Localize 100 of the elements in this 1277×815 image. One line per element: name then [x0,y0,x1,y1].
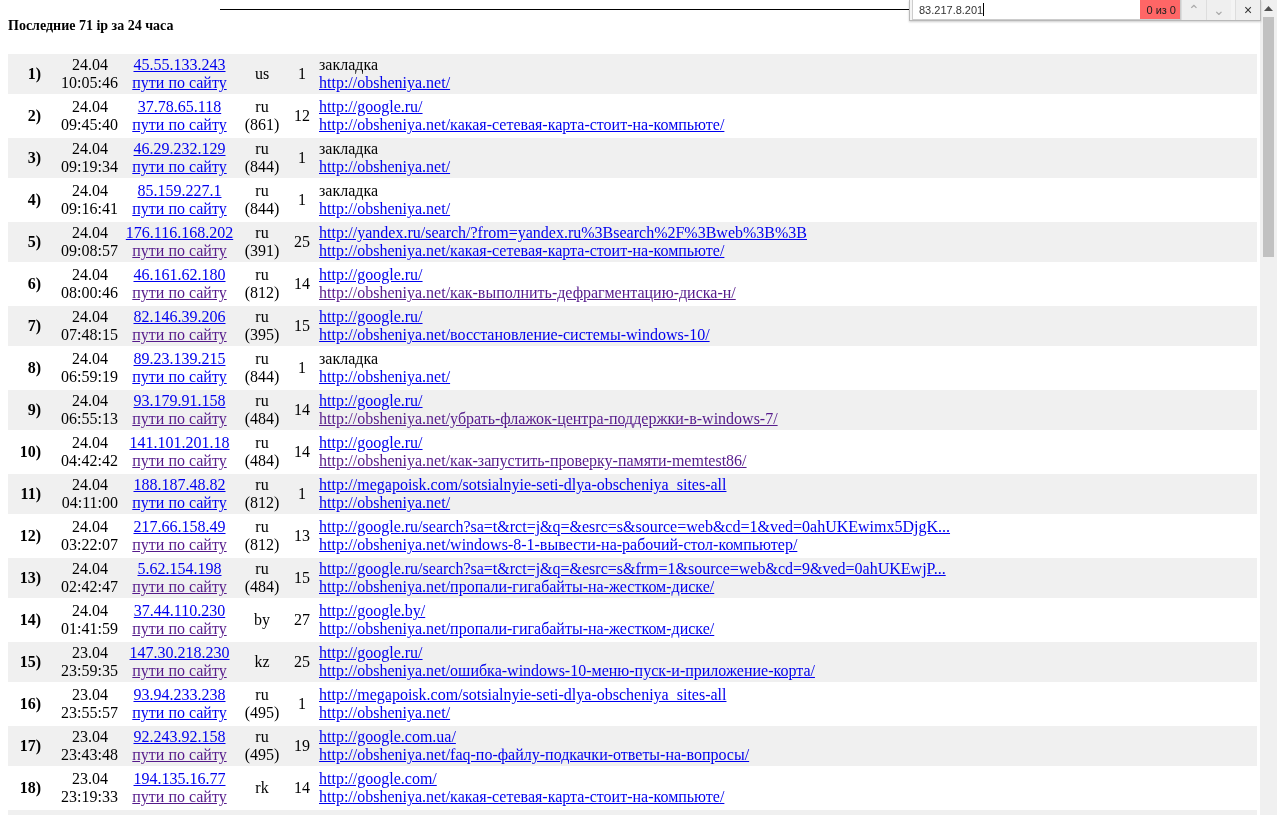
visit-count: 15 [293,569,311,587]
scrollbar[interactable] [1260,0,1277,815]
referrer-link[interactable]: http://megapoisk.com/sotsialnyie-seti-dlya-obscheniya_sites-all [319,476,727,494]
row-number: 9) [26,401,41,419]
ip-link[interactable]: 188.187.48.82 [133,476,226,494]
date: 24.04 [72,308,108,326]
row-number: 18) [18,779,41,797]
date: 24.04 [72,476,108,494]
ip-link[interactable]: 5.62.154.198 [137,560,222,578]
ip-link[interactable]: 194.135.16.77 [133,770,226,788]
site-paths-link[interactable]: пути по сайту [132,746,227,764]
site-paths-link[interactable]: пути по сайту [132,158,227,176]
ip-link[interactable]: 141.101.201.18 [129,434,230,452]
site-paths-link[interactable]: пути по сайту [132,494,227,512]
row-number: 17) [18,737,41,755]
site-paths-link[interactable]: пути по сайту [132,116,227,134]
scrollbar-thumb[interactable] [1263,17,1274,257]
country-code: ru [255,434,269,452]
referrer-link[interactable]: http://google.ru/ [319,644,423,662]
ip-link[interactable]: 85.159.227.1 [137,182,222,200]
site-paths-link[interactable]: пути по сайту [132,704,227,722]
time: 04:11:00 [61,494,118,512]
ip-link[interactable]: 217.66.158.49 [133,518,226,536]
country-code: rk [255,779,269,797]
row-number: 14) [18,611,41,629]
page-link[interactable]: http://obsheniya.net/убрать-флажок-центра-поддержки-в-windows-7/ [319,410,778,428]
referrer-link[interactable]: http://yandex.ru/search/?from=yandex.ru%3Bsearch%2F%3Bweb%3B%3B [319,224,807,242]
country-code: ru [255,224,269,242]
date: 24.04 [72,392,108,410]
page-link[interactable]: http://obsheniya.net/пропали-гигабайты-на-жестком-диске/ [319,620,715,638]
close-button[interactable]: × [1235,0,1260,20]
time: 07:48:15 [61,326,118,344]
time: 08:00:46 [61,284,118,302]
ip-link[interactable]: 93.94.233.238 [133,686,226,704]
page-link[interactable]: http://obsheniya.net/ [319,74,451,92]
area-code: (495) [244,746,280,764]
page-link[interactable]: http://obsheniya.net/как-запустить-проверку-памяти-memtest86/ [319,452,747,470]
ip-link[interactable]: 46.29.232.129 [133,140,226,158]
ip-link[interactable]: 82.146.39.206 [133,308,226,326]
page-link[interactable]: http://obsheniya.net/faq-по-файлу-подкачки-ответы-на-вопросы/ [319,746,750,764]
site-paths-link[interactable]: пути по сайту [132,788,227,806]
page-link[interactable]: http://obsheniya.net/ [319,200,451,218]
row-number: 10) [18,443,41,461]
area-code: (812) [244,284,280,302]
site-paths-link[interactable]: пути по сайту [132,74,227,92]
site-paths-link[interactable]: пути по сайту [132,200,227,218]
referrer-link[interactable]: http://google.com.ua/ [319,728,456,746]
country-code: ru [255,728,269,746]
ip-link[interactable]: 92.243.92.158 [133,728,226,746]
site-paths-link[interactable]: пути по сайту [132,326,227,344]
referrer-link[interactable]: http://google.ru/search?sa=t&rct=j&q=&esrc=s&source=web&cd=1&ved=0ahUKEwimx5DjgK... [319,518,951,536]
referrer-link[interactable]: http://google.ru/ [319,266,423,284]
page-link[interactable]: http://obsheniya.net/ [319,704,451,722]
page-link[interactable]: http://obsheniya.net/какая-сетевая-карта-стоит-на-компьюте/ [319,116,725,134]
area-code: (484) [244,578,280,596]
page-link[interactable]: http://obsheniya.net/пропали-гигабайты-на-жестком-диске/ [319,578,715,596]
referrer-text: закладка [319,140,379,158]
site-paths-link[interactable]: пути по сайту [132,620,227,638]
page-link[interactable]: http://obsheniya.net/windows-8-1-вывести-на-рабочий-стол-компьютер/ [319,536,798,554]
referrer-link[interactable]: http://google.ru/ [319,98,423,116]
site-paths-link[interactable]: пути по сайту [132,242,227,260]
ip-link[interactable]: 37.44.110.230 [133,602,226,620]
referrer-link[interactable]: http://megapoisk.com/sotsialnyie-seti-dlya-obscheniya_sites-all [319,686,727,704]
page-link[interactable]: http://obsheniya.net/какая-сетевая-карта-стоит-на-компьюте/ [319,788,725,806]
ip-link[interactable]: 89.23.139.215 [133,350,226,368]
site-paths-link[interactable]: пути по сайту [132,578,227,596]
ip-link[interactable]: 45.55.133.243 [133,56,226,74]
referrer-link[interactable]: http://google.ru/ [319,308,423,326]
visit-count: 1 [297,359,307,377]
site-paths-link[interactable]: пути по сайту [132,284,227,302]
time: 09:16:41 [61,200,118,218]
ip-link[interactable]: 37.78.65.118 [137,98,222,116]
site-paths-link[interactable]: пути по сайту [132,452,227,470]
date: 23.04 [72,686,108,704]
referrer-text: закладка [319,56,379,74]
referrer-link[interactable]: http://google.ru/search?sa=t&rct=j&q=&esrc=s&frm=1&source=web&cd=9&ved=0ahUKEwjP... [319,560,946,578]
referrer-link[interactable]: http://google.com/ [319,770,437,788]
ip-link[interactable]: 93.179.91.158 [133,392,226,410]
visit-count: 14 [293,401,311,419]
referrer-link[interactable]: http://google.ru/ [319,392,423,410]
ip-link[interactable]: 147.30.218.230 [129,644,230,662]
page-link[interactable]: http://obsheniya.net/ [319,158,451,176]
page-link[interactable]: http://obsheniya.net/восстановление-системы-windows-10/ [319,326,710,344]
site-paths-link[interactable]: пути по сайту [132,410,227,428]
site-paths-link[interactable]: пути по сайту [132,662,227,680]
page-link[interactable]: http://obsheniya.net/ [319,368,451,386]
referrer-link[interactable]: http://google.ru/ [319,434,423,452]
page-link[interactable]: http://obsheniya.net/как-выполнить-дефрагментацию-диска-н/ [319,284,736,302]
scroll-up-icon[interactable] [1264,6,1273,11]
ip-link[interactable]: 46.161.62.180 [133,266,226,284]
date: 24.04 [72,434,108,452]
find-field[interactable]: 83.217.8.201 0 из 0 [912,0,1181,20]
ip-link[interactable]: 176.116.168.202 [125,224,234,242]
page-link[interactable]: http://obsheniya.net/ [319,494,451,512]
site-paths-link[interactable]: пути по сайту [132,368,227,386]
site-paths-link[interactable]: пути по сайту [132,536,227,554]
referrer-link[interactable]: http://google.by/ [319,602,426,620]
visit-count: 14 [293,443,311,461]
page-link[interactable]: http://obsheniya.net/какая-сетевая-карта-стоит-на-компьюте/ [319,242,725,260]
page-link[interactable]: http://obsheniya.net/ошибка-windows-10-меню-пуск-и-приложение-корта/ [319,662,815,680]
